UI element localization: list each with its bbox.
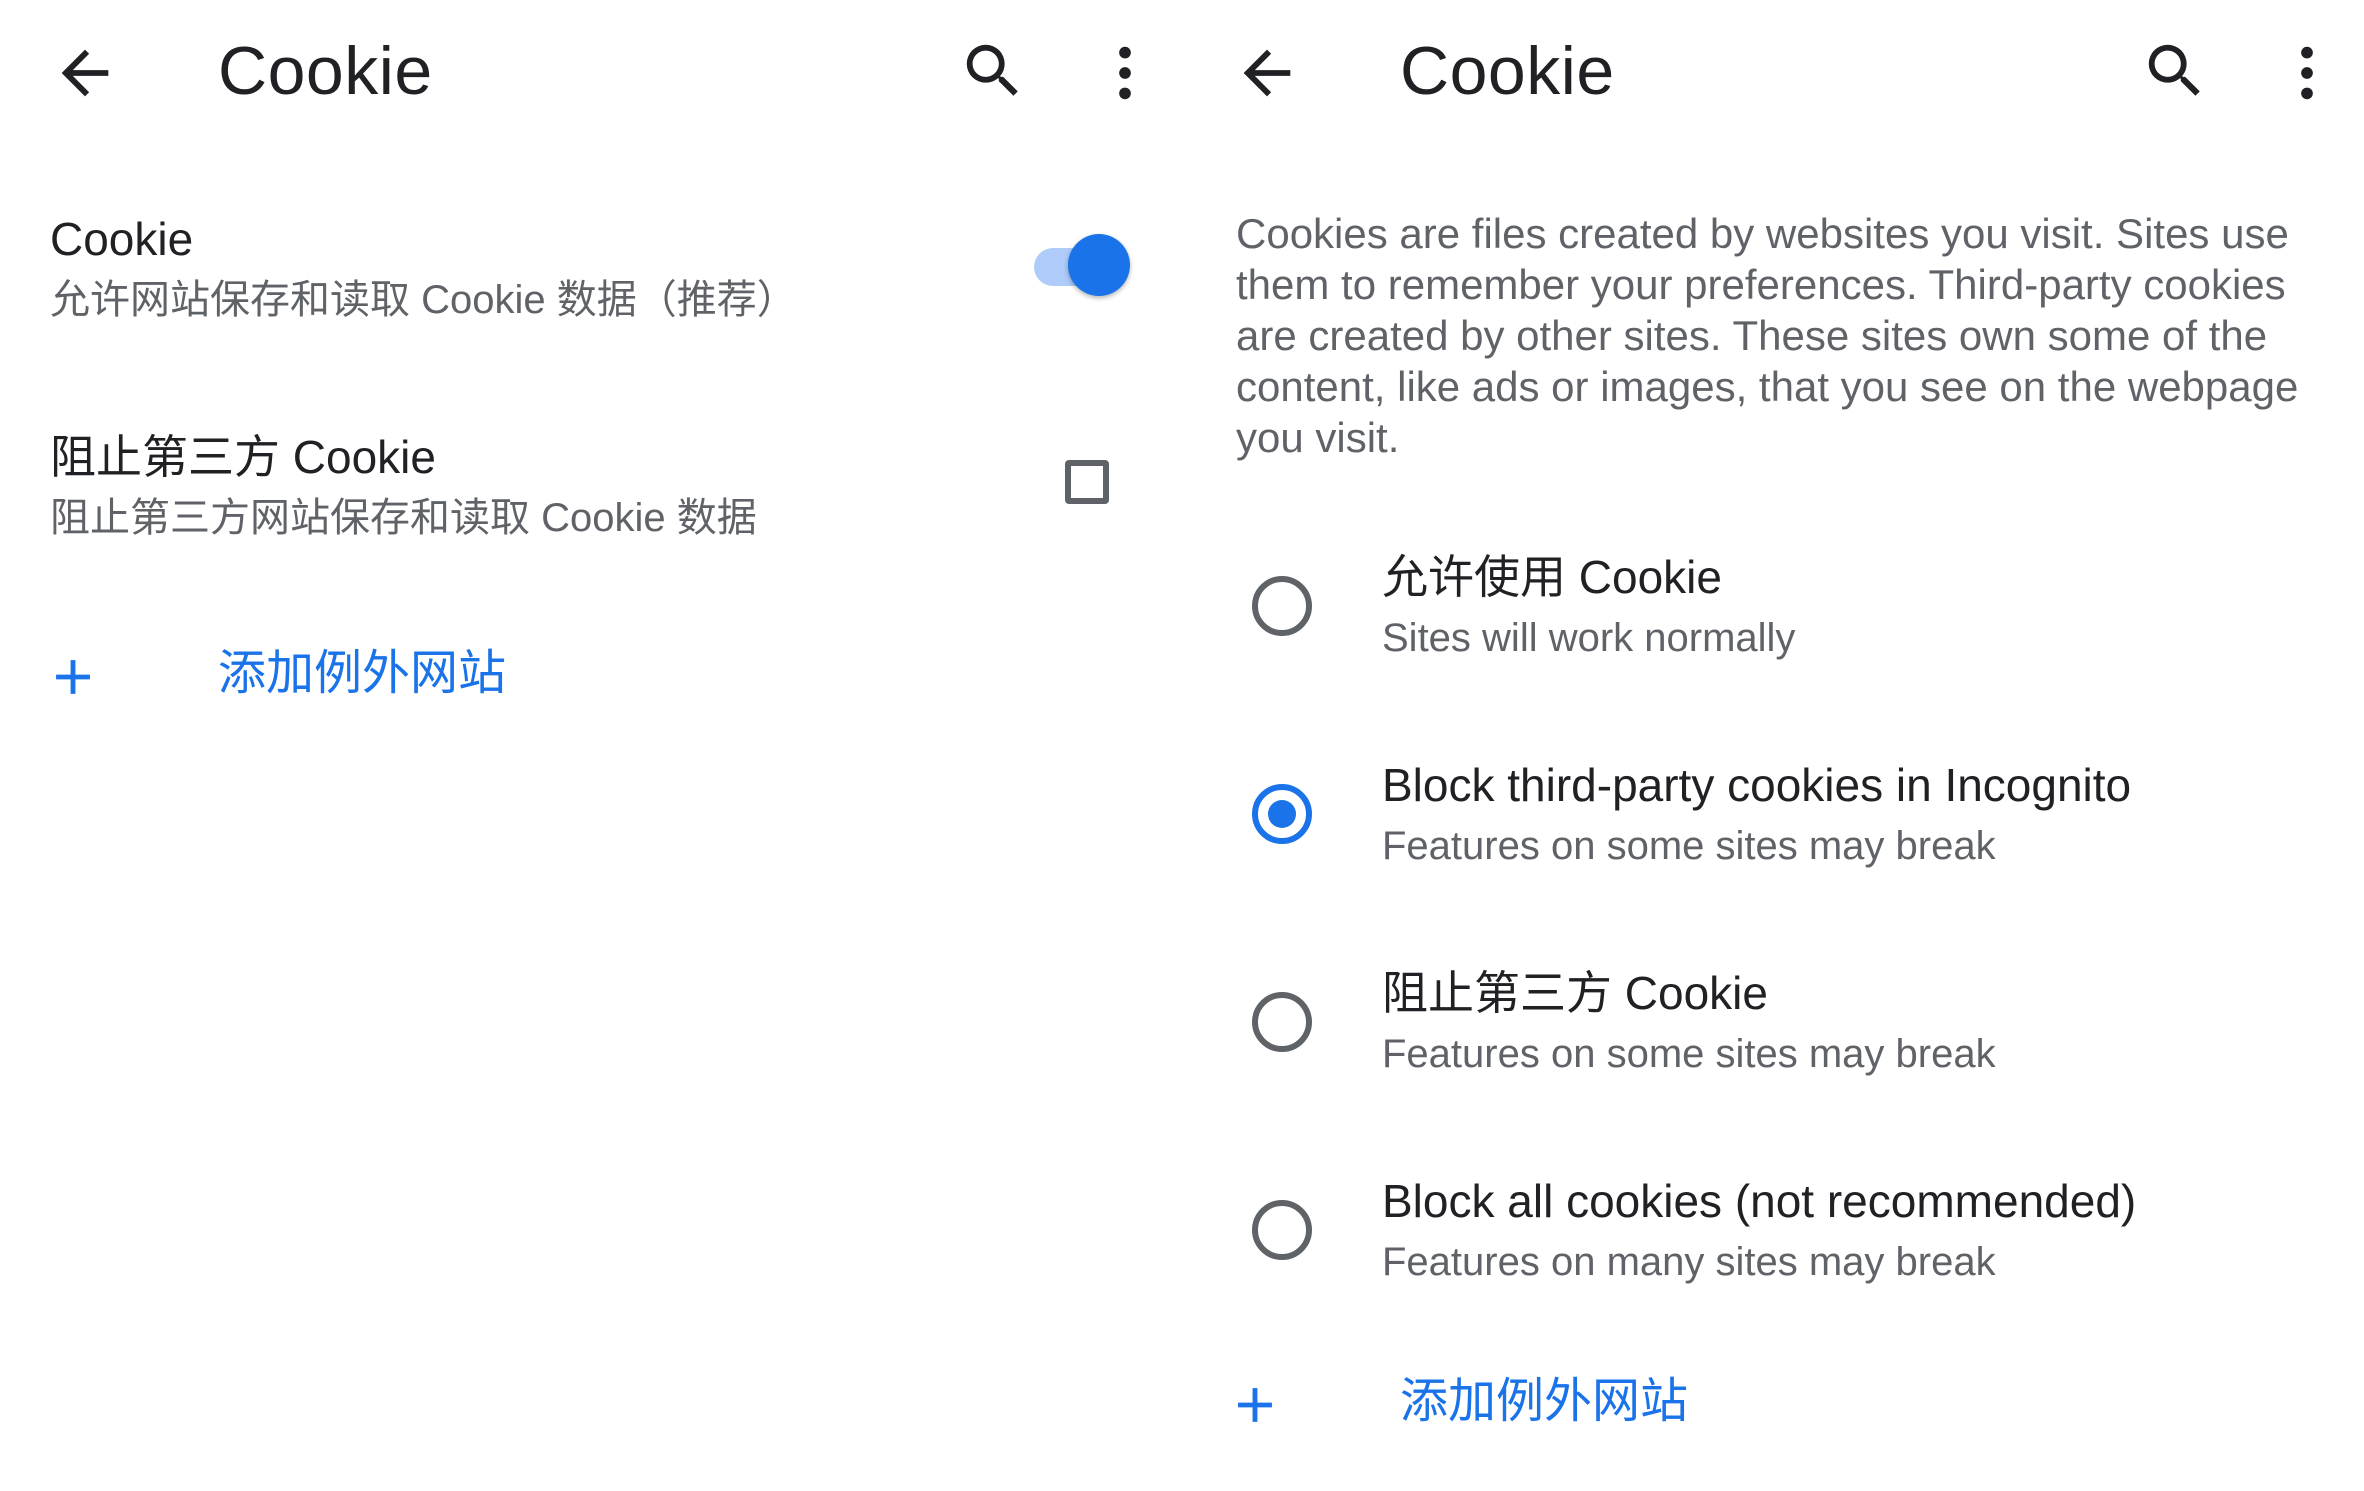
- plus-icon: [56, 660, 90, 694]
- cookie-description: Cookies are files created by websites yo…: [1236, 210, 2299, 461]
- page-title: Cookie: [1400, 33, 1615, 109]
- search-icon[interactable]: [958, 36, 1028, 106]
- cookie-setting-subtitle: 允许网站保存和读取 Cookie 数据（推荐）: [50, 278, 797, 322]
- option-title: Block third-party cookies in Incognito: [1382, 759, 2132, 811]
- block-third-party-checkbox[interactable]: [1065, 460, 1109, 504]
- block-third-party-title: 阻止第三方 Cookie: [50, 431, 436, 483]
- option-subtitle: Sites will work normally: [1382, 616, 1796, 660]
- cookie-setting-title: Cookie: [50, 213, 194, 265]
- cookie-toggle[interactable]: [1030, 232, 1130, 302]
- option-title: 允许使用 Cookie: [1382, 551, 1722, 603]
- option-subtitle: Features on some sites may break: [1382, 1032, 1996, 1076]
- arrow-back-icon[interactable]: [50, 38, 120, 108]
- radio-button[interactable]: [1252, 992, 1312, 1052]
- radio-button-selected[interactable]: [1252, 784, 1312, 844]
- search-icon[interactable]: [2140, 36, 2210, 106]
- radio-button[interactable]: [1252, 1200, 1312, 1260]
- option-subtitle: Features on some sites may break: [1382, 824, 1996, 868]
- add-exception-label: 添加例外网站: [218, 647, 507, 700]
- option-title: 阻止第三方 Cookie: [1382, 967, 1768, 1019]
- more-vert-icon[interactable]: [1090, 38, 1160, 108]
- page-title: Cookie: [218, 33, 433, 109]
- radio-button[interactable]: [1252, 576, 1312, 636]
- cookie-settings-panel-right: Cookie Cookies are files created by webs…: [1182, 0, 2364, 1491]
- toggle-knob: [1068, 234, 1130, 296]
- radio-dot: [1268, 800, 1296, 828]
- plus-icon: [1238, 1388, 1272, 1422]
- cookie-settings-panel-left: Cookie Cookie 允许网站保存和读取 Cookie 数据（推荐） 阻止…: [0, 0, 1182, 1491]
- option-title: Block all cookies (not recommended): [1382, 1175, 2137, 1227]
- add-exception-label: 添加例外网站: [1400, 1375, 1689, 1428]
- more-vert-icon[interactable]: [2272, 38, 2342, 108]
- option-subtitle: Features on many sites may break: [1382, 1240, 1996, 1284]
- arrow-back-icon[interactable]: [1232, 38, 1302, 108]
- block-third-party-subtitle: 阻止第三方网站保存和读取 Cookie 数据: [50, 496, 757, 540]
